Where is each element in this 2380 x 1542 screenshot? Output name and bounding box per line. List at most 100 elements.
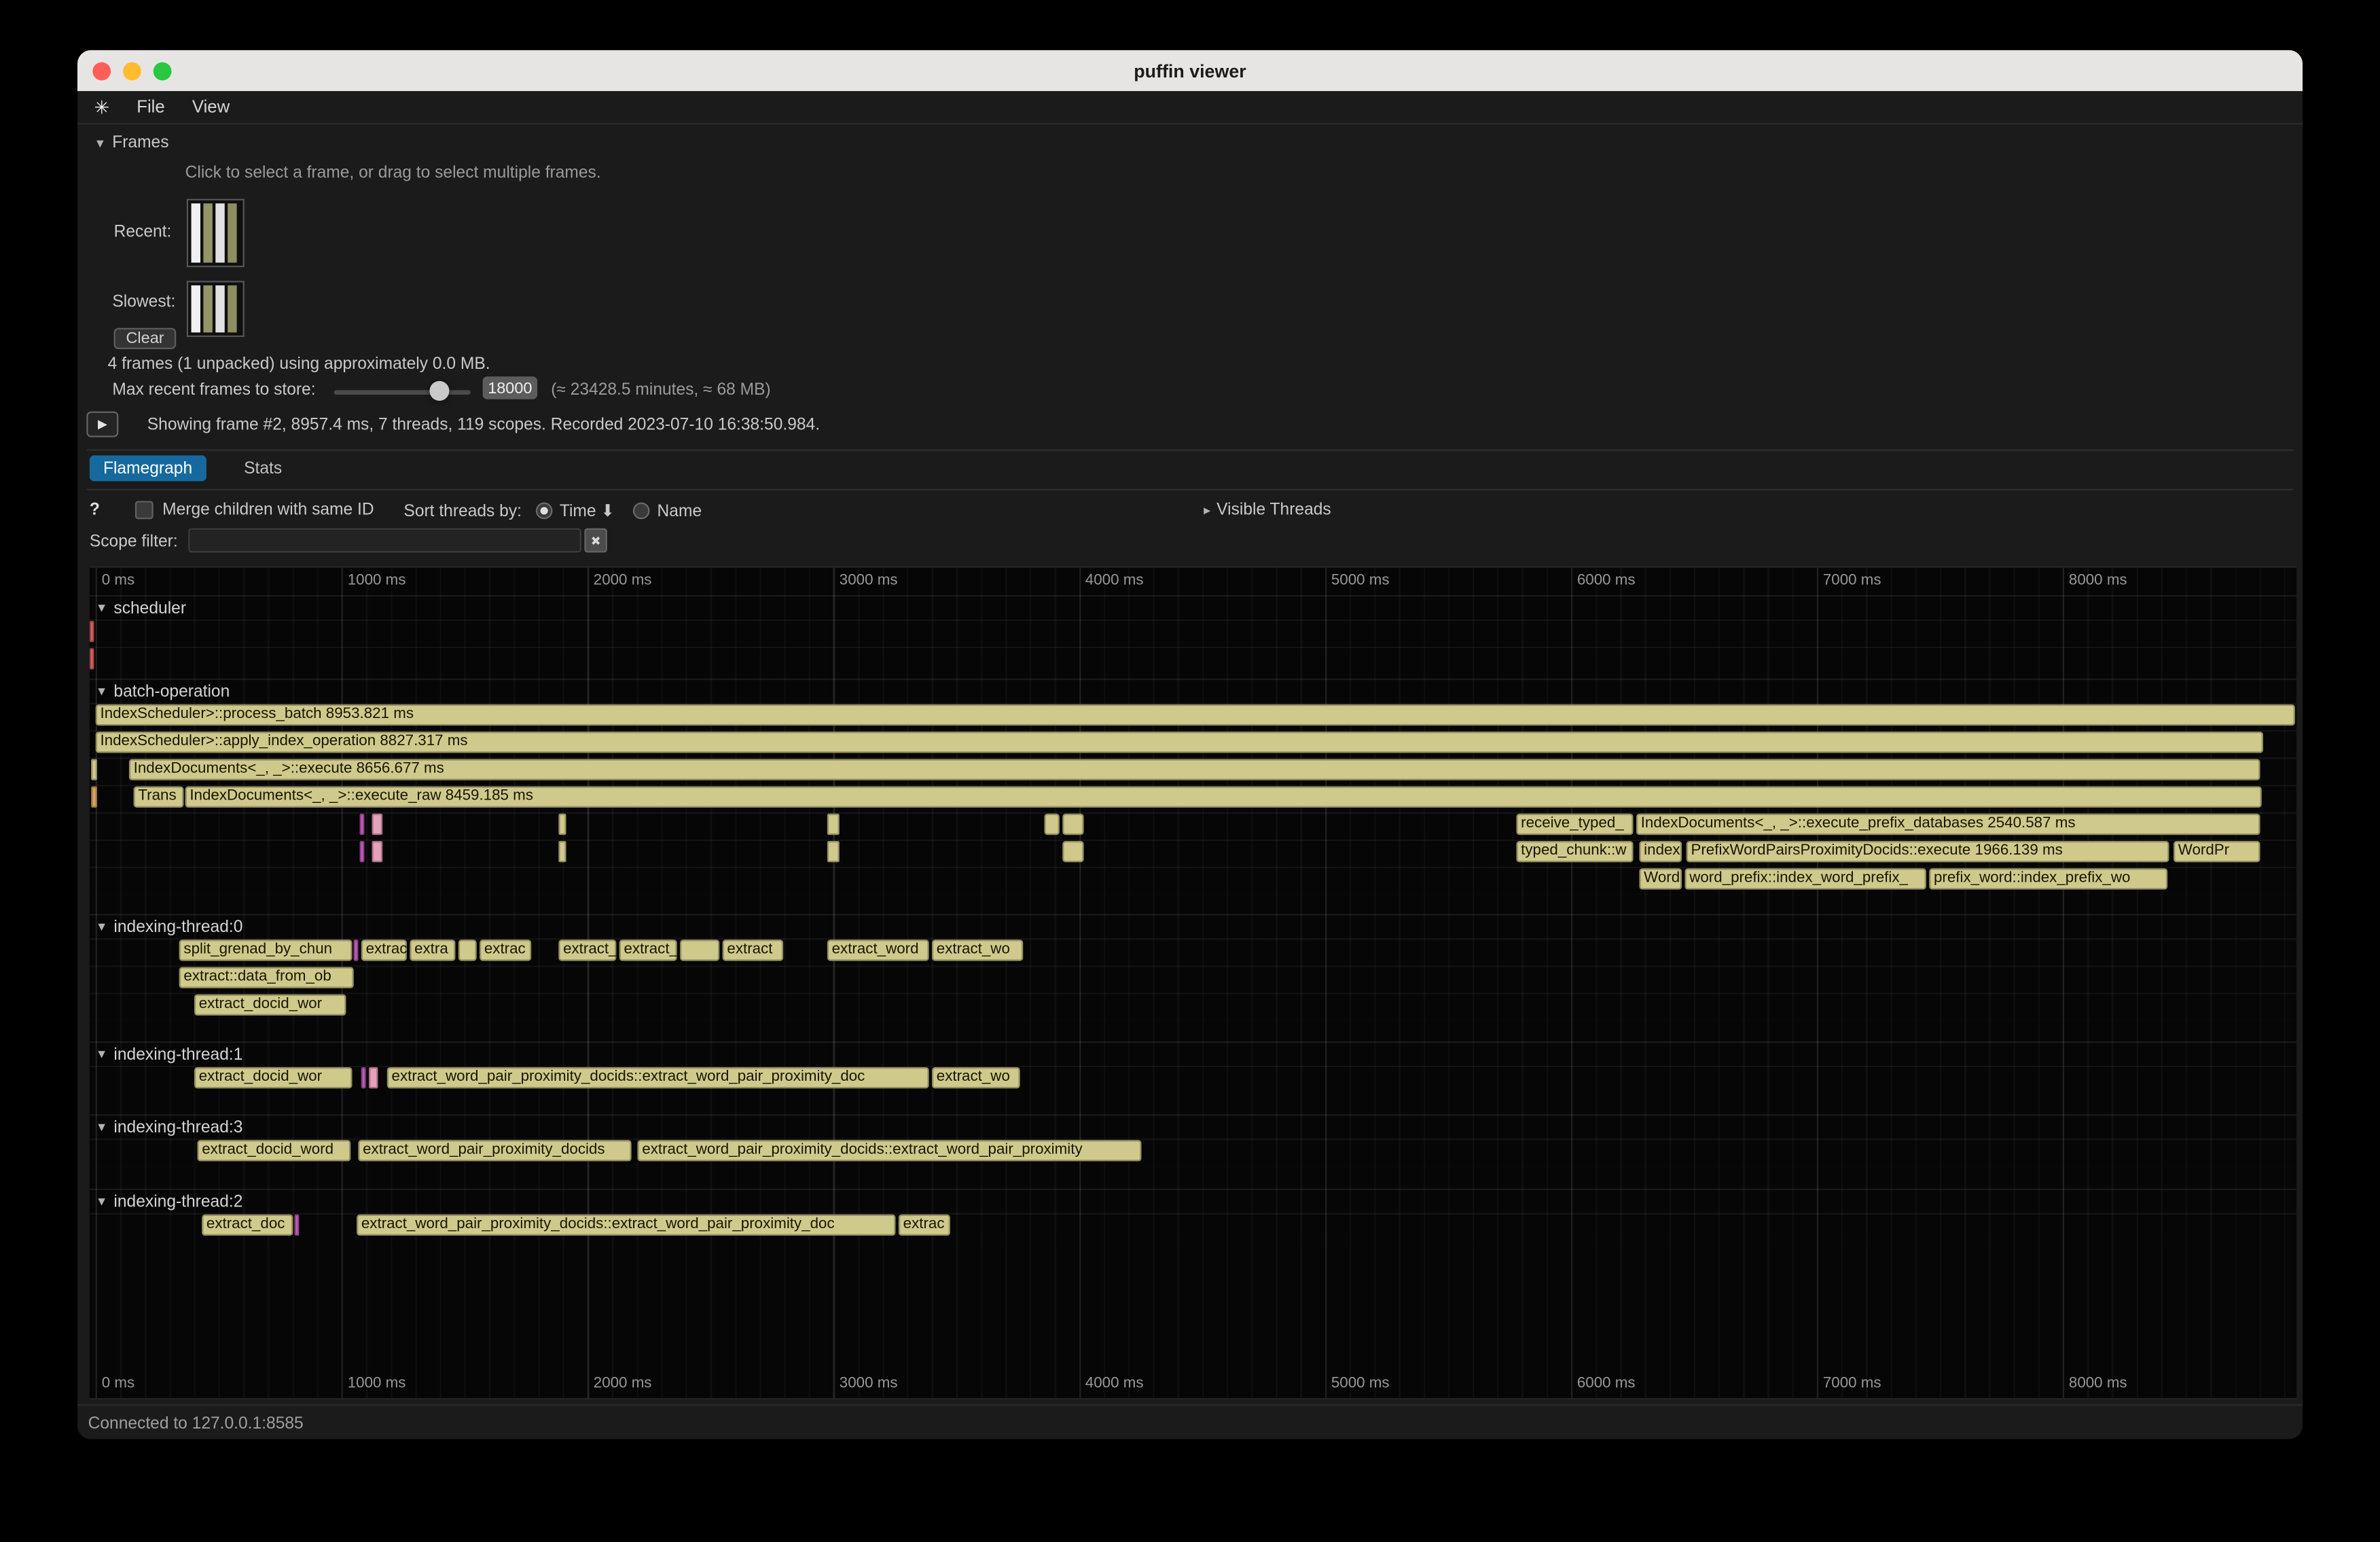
scope-bar[interactable]: extract_docid_wor [194, 1067, 352, 1088]
scope-bar[interactable] [372, 841, 383, 862]
scope-bar[interactable]: typed_chunk::w [1516, 841, 1633, 862]
scope-bar[interactable] [1062, 841, 1083, 862]
scope-bar[interactable] [680, 939, 719, 961]
frames-hint: Click to select a frame, or drag to sele… [185, 164, 601, 182]
scope-bar[interactable] [360, 814, 365, 835]
scope-bar[interactable]: prefix_word::index_prefix_wo [1929, 868, 2167, 889]
scope-bar[interactable] [90, 621, 94, 642]
tab-stats[interactable]: Stats [230, 455, 295, 481]
axis-tick-2000ms: 2000 ms [594, 1376, 652, 1393]
frame-preview-bar[interactable] [192, 203, 200, 262]
frame-preview-bar[interactable] [215, 285, 224, 332]
scope-bar[interactable]: extract_word_pair_proximity_docids::extr… [387, 1067, 929, 1088]
frame-preview-bar[interactable] [228, 285, 236, 332]
scope-bar[interactable] [354, 939, 359, 961]
theme-toggle-icon[interactable]: ✳ [94, 96, 109, 118]
scope-bar[interactable] [558, 841, 566, 862]
scope-bar[interactable]: extract_ [558, 939, 616, 961]
scope-bar[interactable] [458, 939, 477, 961]
scope-bar[interactable]: extract_docid_wor [194, 994, 346, 1016]
visible-threads-button[interactable]: ▸Visible Threads [1204, 501, 1331, 519]
scope-bar[interactable]: split_grenad_by_chun [179, 939, 353, 961]
collapse-triangle-icon: ▼ [96, 1195, 108, 1208]
scope-bar[interactable] [1044, 814, 1059, 835]
scope-bar[interactable]: extract_wo [932, 1067, 1020, 1088]
scope-bar[interactable] [372, 814, 383, 835]
scope-bar[interactable]: extract_doc [202, 1215, 293, 1236]
scope-bar[interactable] [90, 648, 94, 669]
menu-item-file[interactable]: File [137, 98, 164, 116]
help-button[interactable]: ? [90, 501, 100, 519]
scope-bar[interactable]: extract_word_pair_proximity_docids::extr… [357, 1215, 895, 1236]
thread-header-scheduler[interactable]: ▼scheduler [90, 596, 2296, 620]
scope-bar[interactable]: Trans [134, 787, 184, 808]
max-frames-value[interactable]: 18000 [483, 376, 537, 399]
axis-tick-4000ms: 4000 ms [1085, 1376, 1144, 1393]
scope-bar[interactable]: IndexDocuments<_, _>::execute_prefix_dat… [1636, 814, 2260, 835]
scope-bar[interactable] [295, 1215, 300, 1236]
scope-bar[interactable]: extract [361, 939, 407, 961]
scope-bar[interactable]: extract::data_from_ob [179, 967, 354, 988]
slider-handle[interactable] [429, 381, 449, 401]
play-button[interactable]: ▶ [86, 412, 118, 437]
scope-bar[interactable] [1062, 814, 1083, 835]
frame-preview-bar[interactable] [215, 203, 224, 262]
scope-bar[interactable] [369, 1067, 378, 1088]
scope-bar[interactable]: Word [1639, 868, 1682, 889]
frame-preview-bar[interactable] [203, 285, 212, 332]
flamegraph-canvas[interactable]: 0 ms1000 ms2000 ms3000 ms4000 ms5000 ms6… [90, 567, 2296, 1400]
scope-bar[interactable] [91, 787, 97, 808]
scope-bar[interactable] [361, 1067, 366, 1088]
scope-bar[interactable]: extract_docid_word [198, 1140, 351, 1161]
title-bar[interactable]: puffin viewer [77, 50, 2303, 91]
play-icon: ▶ [98, 418, 107, 431]
scope-bar[interactable]: IndexScheduler>::process_batch 8953.821 … [96, 704, 2295, 725]
scope-bar[interactable]: receive_typed_ [1516, 814, 1633, 835]
frames-section-header[interactable]: ▼Frames [94, 134, 169, 152]
scope-bar[interactable] [360, 841, 365, 862]
scope-bar[interactable]: WordPr [2174, 841, 2260, 862]
scope-bar[interactable]: extract [723, 939, 783, 961]
menu-item-view[interactable]: View [192, 98, 230, 116]
thread-header-indexing-thread:2[interactable]: ▼indexing-thread:2 [90, 1190, 2296, 1213]
scope-bar[interactable]: extrac [480, 939, 531, 961]
scope-bar[interactable]: extract_wo [932, 939, 1023, 961]
scope-bar[interactable] [91, 759, 97, 780]
scope-bar[interactable]: extrac [899, 1215, 950, 1236]
slowest-frames-preview[interactable] [187, 281, 245, 337]
thread-header-indexing-thread:1[interactable]: ▼indexing-thread:1 [90, 1043, 2296, 1066]
scope-bar[interactable]: IndexScheduler>::apply_index_operation 8… [96, 732, 2263, 753]
sort-radio-time[interactable]: Time ⬇ [535, 501, 615, 520]
axis-tick-8000ms: 8000 ms [2069, 1376, 2127, 1393]
scope-filter-clear-button[interactable]: ✖ [584, 528, 607, 553]
frame-preview-bar[interactable] [192, 285, 200, 332]
scope-bar[interactable]: IndexDocuments<_, _>::execute 8656.677 m… [129, 759, 2260, 780]
clear-button[interactable]: Clear [114, 328, 177, 349]
scope-bar[interactable]: word_prefix::index_word_prefix_ [1685, 868, 1926, 889]
scope-filter-input[interactable] [188, 528, 581, 553]
scope-bar[interactable]: extra [410, 939, 455, 961]
zoom-button[interactable] [154, 62, 172, 81]
merge-children-checkbox[interactable]: Merge children with same ID [135, 501, 374, 519]
max-frames-slider[interactable] [334, 390, 471, 395]
close-button[interactable] [92, 62, 111, 81]
scope-bar[interactable]: index [1639, 841, 1682, 862]
tab-flamegraph[interactable]: Flamegraph [90, 455, 206, 481]
scope-bar[interactable]: extract_word_pair_proximity_docids::extr… [638, 1140, 1142, 1161]
sort-radio-name[interactable]: Name [633, 501, 702, 520]
thread-header-batch-operation[interactable]: ▼batch-operation [90, 680, 2296, 703]
scope-bar[interactable] [827, 841, 840, 862]
scope-bar[interactable]: PrefixWordPairsProximityDocids::execute … [1687, 841, 2169, 862]
thread-header-indexing-thread:0[interactable]: ▼indexing-thread:0 [90, 916, 2296, 939]
frame-preview-bar[interactable] [228, 203, 236, 262]
scope-bar[interactable]: extract_ [619, 939, 677, 961]
scope-bar[interactable]: extract_word_pair_proximity_docids [358, 1140, 631, 1161]
recent-frames-preview[interactable] [187, 199, 245, 268]
scope-bar[interactable]: IndexDocuments<_, _>::execute_raw 8459.1… [185, 787, 2262, 808]
scope-bar[interactable] [558, 814, 566, 835]
thread-header-indexing-thread:3[interactable]: ▼indexing-thread:3 [90, 1116, 2296, 1139]
scope-bar[interactable] [827, 814, 840, 835]
minimize-button[interactable] [123, 62, 141, 81]
scope-bar[interactable]: extract_word [827, 939, 929, 961]
frame-preview-bar[interactable] [203, 203, 212, 262]
